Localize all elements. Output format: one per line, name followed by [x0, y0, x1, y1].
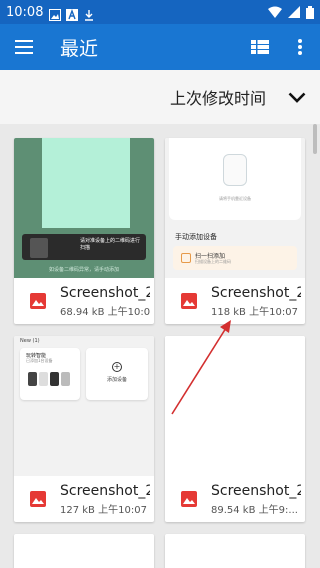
- file-info: Screenshot_2021... 89.54 kB 上午9:...: [165, 476, 305, 522]
- file-card[interactable]: 请对准设备上的二维码进行扫描 如设备二维码异常，请手动添加 Screenshot…: [14, 138, 154, 324]
- file-grid: 请对准设备上的二维码进行扫描 如设备二维码异常，请手动添加 Screenshot…: [0, 124, 320, 568]
- gallery-notification-icon: [49, 6, 62, 21]
- file-modified: 上午9:...: [258, 504, 298, 516]
- pairing-caption: 请将手机靠近设备: [219, 196, 251, 201]
- file-meta: 68.94 kB 上午10:07: [60, 303, 150, 318]
- app-bar: 最近: [0, 24, 320, 70]
- scan-subtitle: 扫描设备上的二维码: [195, 259, 231, 264]
- file-card[interactable]: Screenshot_2021... 89.54 kB 上午9:...: [165, 336, 305, 522]
- manual-add-heading: 手动添加设备: [175, 233, 217, 241]
- device-illustration: [61, 372, 70, 386]
- file-info: Screenshot_2021... 127 kB 上午10:07: [14, 476, 154, 522]
- sort-label: 上次修改时间: [169, 89, 266, 108]
- scan-icon: [181, 253, 191, 263]
- status-indicators: [268, 5, 314, 19]
- file-info: Screenshot_2021... 68.94 kB 上午10:07: [14, 278, 154, 324]
- font-notification-icon: [66, 6, 79, 21]
- file-name: Screenshot_2021...: [60, 284, 150, 301]
- file-modified: 上午10:07: [249, 306, 298, 318]
- sort-bar[interactable]: 上次修改时间: [0, 70, 320, 124]
- image-icon: [181, 293, 197, 309]
- device-illustration: [39, 372, 48, 386]
- footer-text: 如设备二维码异常，请手动添加: [48, 267, 119, 273]
- scanner-frame: [42, 138, 130, 228]
- file-size: 127 kB: [60, 504, 95, 516]
- file-size: 118 kB: [211, 306, 246, 318]
- status-time: 10:08: [6, 4, 44, 20]
- image-icon: [30, 293, 46, 309]
- more-vert-icon: [298, 39, 302, 55]
- file-thumbnail: 请将手机靠近设备 手动添加设备 扫一扫添加 扫描设备上的二维码: [165, 138, 305, 278]
- file-size: 89.54 kB: [211, 504, 256, 516]
- more-options-button[interactable]: [280, 24, 320, 70]
- file-size: 68.94 kB: [60, 306, 105, 318]
- add-device-card: [86, 348, 148, 400]
- file-thumbnail: New (1) 玩转智能 已添加1台设备 + 添加设备: [14, 336, 154, 476]
- file-name: Screenshot_2021...: [60, 482, 150, 499]
- device-subtitle: 已添加1台设备: [26, 358, 53, 363]
- file-modified: 上午10:07: [98, 504, 147, 516]
- battery-icon: [306, 5, 314, 19]
- chevron-down-icon[interactable]: [288, 92, 306, 103]
- image-icon: [30, 491, 46, 507]
- status-bar: 10:08: [0, 0, 320, 24]
- tip-text: 请对准设备上的二维码进行扫描: [80, 238, 141, 251]
- scrollbar[interactable]: [313, 124, 317, 154]
- device-illustration: [28, 372, 37, 386]
- file-card[interactable]: [14, 534, 154, 568]
- menu-icon: [15, 40, 33, 54]
- file-modified: 上午10:07: [107, 306, 150, 318]
- file-card[interactable]: [165, 534, 305, 568]
- image-icon: [181, 491, 197, 507]
- menu-button[interactable]: [0, 24, 48, 70]
- file-name: Screenshot_2021...: [211, 482, 301, 499]
- file-thumbnail: 请对准设备上的二维码进行扫描 如设备二维码异常，请手动添加: [14, 138, 154, 278]
- file-card[interactable]: New (1) 玩转智能 已添加1台设备 + 添加设备 Screenshot_2…: [14, 336, 154, 522]
- device-illustration: [50, 372, 59, 386]
- download-notification-icon: [83, 6, 95, 21]
- section-label: New (1): [20, 338, 40, 344]
- phone-illustration: [30, 238, 48, 258]
- file-info: Screenshot_2021... 118 kB 上午10:07: [165, 278, 305, 324]
- wifi-icon: [268, 6, 282, 18]
- file-meta: 127 kB 上午10:07: [60, 501, 150, 516]
- view-module-icon: [251, 40, 269, 54]
- add-device-label: 添加设备: [106, 377, 127, 383]
- file-name: Screenshot_2021...: [211, 284, 301, 301]
- file-card[interactable]: 请将手机靠近设备 手动添加设备 扫一扫添加 扫描设备上的二维码 Screensh…: [165, 138, 305, 324]
- plus-icon: +: [112, 362, 122, 372]
- phone-illustration: [223, 154, 247, 186]
- file-meta: 118 kB 上午10:07: [211, 303, 301, 318]
- scan-row: [173, 246, 297, 270]
- file-meta: 89.54 kB 上午9:...: [211, 501, 301, 516]
- signal-icon: [288, 6, 300, 18]
- grid-view-button[interactable]: [240, 24, 280, 70]
- file-thumbnail: [165, 336, 305, 476]
- page-title: 最近: [60, 37, 99, 60]
